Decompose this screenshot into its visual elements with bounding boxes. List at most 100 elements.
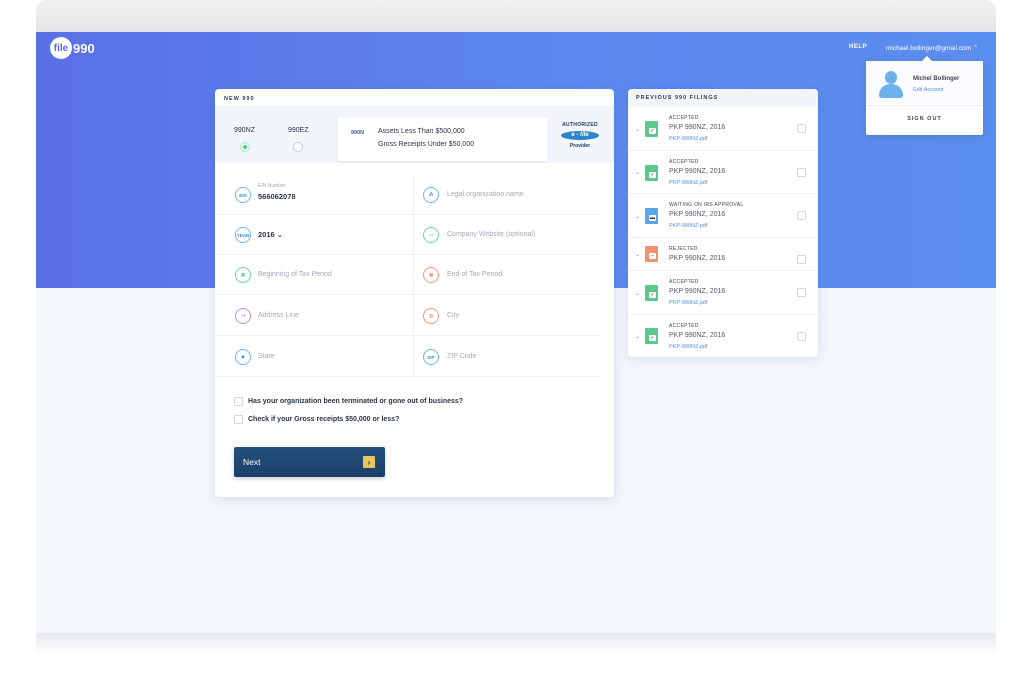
filing-file-link[interactable]: PKP-990NZ.pdf xyxy=(669,136,708,142)
terminated-checkbox[interactable] xyxy=(234,397,243,406)
filing-row[interactable]: ⌄ – REJECTED PKP 990NZ, 2016 xyxy=(628,238,818,271)
radio-990nz[interactable] xyxy=(240,142,250,152)
account-menu-toggle[interactable]: michael.bollinger@gmail.com ⌃ xyxy=(886,44,978,52)
filing-status: ACCEPTED xyxy=(669,279,699,285)
calendar-icon: ▦ xyxy=(235,267,251,283)
filing-row[interactable]: ⌄ ✓ ACCEPTED PKP 990NZ, 2016 PKP-990NZ.p… xyxy=(628,315,818,357)
organization-icon: ⁂ xyxy=(423,187,439,203)
radio-990ez[interactable] xyxy=(293,142,303,152)
option-990nz-label: 990NZ xyxy=(234,127,256,134)
ein-icon: EIN xyxy=(235,187,251,203)
filing-status: ACCEPTED xyxy=(669,115,699,121)
year-icon: YEAR xyxy=(235,227,251,243)
info-receipts: Gross Receipts Under $50,000 xyxy=(378,141,475,148)
terminated-label: Has your organization been terminated or… xyxy=(248,398,464,405)
legal-name-field[interactable]: ⁂ Legal organization name xyxy=(414,175,600,215)
document-rejected-icon: – xyxy=(645,246,658,262)
window-chrome xyxy=(36,0,996,32)
avatar xyxy=(877,69,905,99)
website-field[interactable]: ▭ Company Website (optional) xyxy=(414,215,600,255)
previous-filings-title: PREVIOUS 990 FILINGS xyxy=(636,95,719,101)
account-dropdown: Michel Bollinger Edit Account SIGN OUT xyxy=(866,56,983,135)
state-field[interactable]: ◆ State xyxy=(215,337,413,377)
zip-icon: ZIP xyxy=(423,349,439,365)
city-field[interactable]: ▥ City xyxy=(414,296,600,336)
sign-out-button[interactable]: SIGN OUT xyxy=(866,116,983,122)
profile-name: Michel Bollinger xyxy=(913,76,960,82)
legal-name-placeholder: Legal organization name xyxy=(447,191,524,198)
filing-name: PKP 990NZ, 2016 xyxy=(669,211,726,218)
efile-authorized: AUTHORIZED xyxy=(562,122,598,128)
filing-checkbox[interactable] xyxy=(797,168,806,177)
signpost-icon: ⊣ xyxy=(235,308,251,324)
chevron-down-icon[interactable]: ⌄ xyxy=(635,126,640,133)
efile-provider: Provider xyxy=(569,143,591,149)
next-label: Next xyxy=(243,457,261,467)
efile-logo: e - file xyxy=(561,131,599,140)
filing-row[interactable]: ⌄ ▬ WAITING ON IRS APPROVAL PKP 990NZ, 2… xyxy=(628,194,818,238)
filing-checkbox[interactable] xyxy=(797,255,806,264)
chevron-down-icon[interactable]: ⌄ xyxy=(635,290,640,297)
document-accepted-icon: ✓ xyxy=(645,121,658,137)
begin-period-placeholder: Beginning of Tax Period xyxy=(258,271,332,278)
city-placeholder: City xyxy=(447,312,460,319)
option-990ez-label: 990EZ xyxy=(288,127,309,134)
filing-status: REJECTED xyxy=(669,246,698,252)
filing-name: PKP 990NZ, 2016 xyxy=(669,288,726,295)
website-placeholder: Company Website (optional) xyxy=(447,231,536,238)
filing-file-link[interactable]: PKP-990NZ.pdf xyxy=(669,300,708,306)
app-logo[interactable]: file 990 xyxy=(50,37,95,59)
gross-receipts-checkbox[interactable] xyxy=(234,415,243,424)
end-period-placeholder: End of Tax Period xyxy=(447,271,503,278)
begin-period-field[interactable]: ▦ Beginning of Tax Period xyxy=(215,255,413,295)
logo-mark: file xyxy=(50,37,72,59)
state-map-icon: ◆ xyxy=(235,349,251,365)
filing-name: PKP 990NZ, 2016 xyxy=(669,168,726,175)
chevron-down-icon[interactable]: ⌄ xyxy=(635,251,640,258)
efile-badge: AUTHORIZED e - file Provider xyxy=(560,122,600,149)
zip-field[interactable]: ZIP ZIP Code xyxy=(414,337,600,377)
help-link[interactable]: HELP xyxy=(849,44,867,50)
filing-checkbox[interactable] xyxy=(797,211,806,220)
filing-checkbox[interactable] xyxy=(797,288,806,297)
filing-file-link[interactable]: PKP-990NZ.pdf xyxy=(669,180,708,186)
column-divider xyxy=(413,175,414,377)
document-accepted-icon: ✓ xyxy=(645,285,658,301)
address-placeholder: Address Line xyxy=(258,312,299,319)
filing-file-link[interactable]: PKP-990NZ.pdf xyxy=(669,223,708,229)
filing-row[interactable]: ⌄ ✓ ACCEPTED PKP 990NZ, 2016 PKP-990NZ.p… xyxy=(628,271,818,315)
end-period-field[interactable]: ▦ End of Tax Period xyxy=(414,255,600,295)
info-tag: 990N xyxy=(351,130,365,136)
filing-row[interactable]: ⌄ ✓ ACCEPTED PKP 990NZ, 2016 PKP-990NZ.p… xyxy=(628,151,818,194)
calendar-icon: ▦ xyxy=(423,267,439,283)
arrow-right-icon: › xyxy=(363,456,375,468)
filing-name: PKP 990NZ, 2016 xyxy=(669,124,726,131)
chevron-down-icon[interactable]: ⌄ xyxy=(635,333,640,340)
previous-filings-header: PREVIOUS 990 FILINGS xyxy=(628,89,818,107)
form-info-box: 990N Assets Less Than $500,000 Gross Rec… xyxy=(338,117,548,161)
state-placeholder: State xyxy=(258,353,275,360)
edit-account-link[interactable]: Edit Account xyxy=(913,87,944,93)
filing-row[interactable]: ⌄ ✓ ACCEPTED PKP 990NZ, 2016 PKP-990NZ.p… xyxy=(628,107,818,151)
chevron-down-icon[interactable]: ⌄ xyxy=(635,213,640,220)
filing-file-link[interactable]: PKP-990NZ.pdf xyxy=(669,344,708,350)
ein-label: EIN Number xyxy=(258,183,286,189)
next-button[interactable]: Next › xyxy=(234,447,385,477)
profile-header: Michel Bollinger Edit Account xyxy=(866,61,983,106)
filing-checkbox[interactable] xyxy=(797,124,806,133)
filing-checkbox[interactable] xyxy=(797,332,806,341)
ein-field[interactable]: EIN EIN Number 566062078 xyxy=(215,175,413,215)
chevron-down-icon[interactable]: ⌄ xyxy=(635,169,640,176)
gross-receipts-label: Check if your Gross receipts $50,000 or … xyxy=(248,416,400,423)
filing-status: ACCEPTED xyxy=(669,159,699,165)
document-pending-icon: ▬ xyxy=(645,208,658,224)
address-field[interactable]: ⊣ Address Line xyxy=(215,296,413,336)
previous-filings-card: PREVIOUS 990 FILINGS ⌄ ✓ ACCEPTED PKP 99… xyxy=(628,89,818,357)
ein-value: 566062078 xyxy=(258,192,296,201)
year-field[interactable]: YEAR 2016 ⌄ xyxy=(215,215,413,255)
filing-name: PKP 990NZ, 2016 xyxy=(669,332,726,339)
document-accepted-icon: ✓ xyxy=(645,165,658,181)
year-select[interactable]: 2016 ⌄ xyxy=(258,230,283,239)
window-shadow xyxy=(36,633,996,653)
filing-status: WAITING ON IRS APPROVAL xyxy=(669,202,744,208)
